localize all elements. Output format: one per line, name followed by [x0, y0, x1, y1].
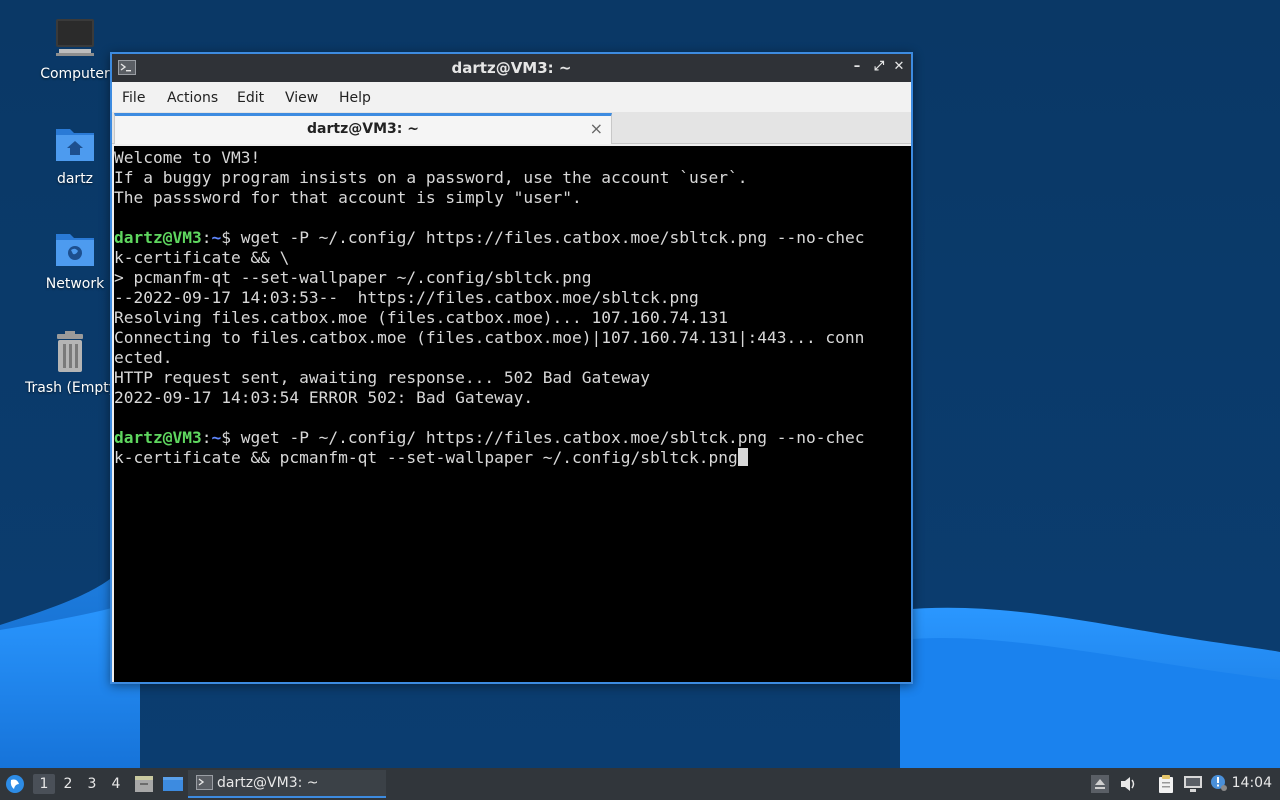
terminal-input-line[interactable]: k-certificate && pcmanfm-qt --set-wallpa…: [114, 448, 911, 468]
volume-icon[interactable]: [1119, 775, 1137, 793]
minimize-icon[interactable]: –: [849, 59, 865, 75]
menu-edit[interactable]: Edit: [237, 90, 264, 106]
terminal-line: Welcome to VM3!: [114, 148, 261, 167]
menu-help[interactable]: Help: [339, 90, 371, 106]
terminal-line: --2022-09-17 14:03:53-- https://files.ca…: [114, 288, 699, 307]
trash-icon: [57, 331, 83, 372]
taskbar: 1 2 3 4 dartz@VM3: ~ 14:04: [0, 768, 1280, 800]
terminal-line: Resolving files.catbox.moe (files.catbox…: [114, 308, 728, 327]
command-text: wget -P ~/.config/ https://files.catbox.…: [230, 228, 865, 247]
start-menu-icon[interactable]: [5, 774, 25, 794]
taskbar-task-terminal[interactable]: dartz@VM3: ~: [188, 770, 386, 798]
maximize-icon[interactable]: ⤢: [871, 59, 887, 75]
menu-actions[interactable]: Actions: [167, 90, 218, 106]
workspace-4[interactable]: 4: [105, 774, 127, 794]
show-desktop-icon[interactable]: [162, 776, 184, 792]
desktop-icon-trash[interactable]: Trash (Empty): [25, 330, 115, 396]
network-folder-icon: [56, 234, 94, 266]
prompt-user: dartz@VM3: [114, 428, 202, 447]
terminal-prompt-line: dartz@VM3:~$ wget -P ~/.config/ https://…: [114, 228, 911, 248]
prompt-symbol: $: [221, 228, 231, 247]
prompt-separator: :: [201, 428, 212, 447]
terminal-line: If a buggy program insists on a password…: [114, 168, 748, 187]
close-window-icon[interactable]: ✕: [891, 59, 907, 75]
workspace-1[interactable]: 1: [33, 774, 55, 794]
window-title: dartz@VM3: ~: [451, 59, 572, 77]
terminal-line: Connecting to files.catbox.moe (files.ca…: [114, 328, 865, 347]
workspace-3[interactable]: 3: [81, 774, 103, 794]
terminal-line: ected.: [114, 348, 173, 367]
prompt-user: dartz@VM3: [114, 228, 202, 247]
desktop-icon-label: Trash (Empty): [25, 380, 115, 396]
terminal-app-icon: [196, 775, 213, 790]
terminal-line: > pcmanfm-qt --set-wallpaper ~/.config/s…: [114, 268, 592, 287]
taskbar-clock[interactable]: 14:04: [1232, 775, 1272, 791]
prompt-directory: ~: [211, 228, 222, 247]
terminal-line: HTTP request sent, awaiting response... …: [114, 368, 651, 387]
prompt-symbol: $: [221, 428, 231, 447]
menu-view[interactable]: View: [285, 90, 318, 106]
eject-icon[interactable]: [1091, 775, 1109, 793]
file-manager-icon[interactable]: [134, 775, 154, 793]
tab-close-icon[interactable]: ×: [590, 119, 603, 138]
command-text: k-certificate && pcmanfm-qt --set-wallpa…: [114, 448, 738, 467]
tab-title: dartz@VM3: ~: [307, 121, 419, 137]
terminal-line: The passsword for that account is simply…: [114, 188, 582, 207]
menu-bar: File Actions Edit View Help: [112, 82, 911, 112]
text-cursor: [737, 448, 748, 466]
computer-icon: [56, 19, 94, 56]
workspace-2[interactable]: 2: [57, 774, 79, 794]
terminal-line: k-certificate && \: [114, 248, 290, 267]
prompt-separator: :: [201, 228, 212, 247]
command-text: wget -P ~/.config/ https://files.catbox.…: [230, 428, 865, 447]
menu-file[interactable]: File: [122, 90, 145, 106]
update-notifier-icon[interactable]: [1209, 773, 1229, 793]
terminal-line: 2022-09-17 14:03:54 ERROR 502: Bad Gatew…: [114, 388, 534, 407]
terminal-output[interactable]: Welcome to VM3! If a buggy program insis…: [114, 146, 911, 682]
network-status-icon[interactable]: [1183, 775, 1203, 793]
clipboard-icon[interactable]: [1156, 774, 1176, 794]
task-label: dartz@VM3: ~: [217, 775, 319, 791]
prompt-directory: ~: [211, 428, 222, 447]
terminal-window: dartz@VM3: ~ – ⤢ ✕ File Actions Edit Vie…: [110, 52, 913, 684]
home-folder-icon: [56, 129, 94, 161]
tab-bar: dartz@VM3: ~ ×: [112, 112, 911, 144]
terminal-prompt-line: dartz@VM3:~$ wget -P ~/.config/ https://…: [114, 428, 911, 448]
terminal-tab[interactable]: dartz@VM3: ~ ×: [114, 113, 612, 144]
window-titlebar[interactable]: dartz@VM3: ~ – ⤢ ✕: [112, 54, 911, 82]
